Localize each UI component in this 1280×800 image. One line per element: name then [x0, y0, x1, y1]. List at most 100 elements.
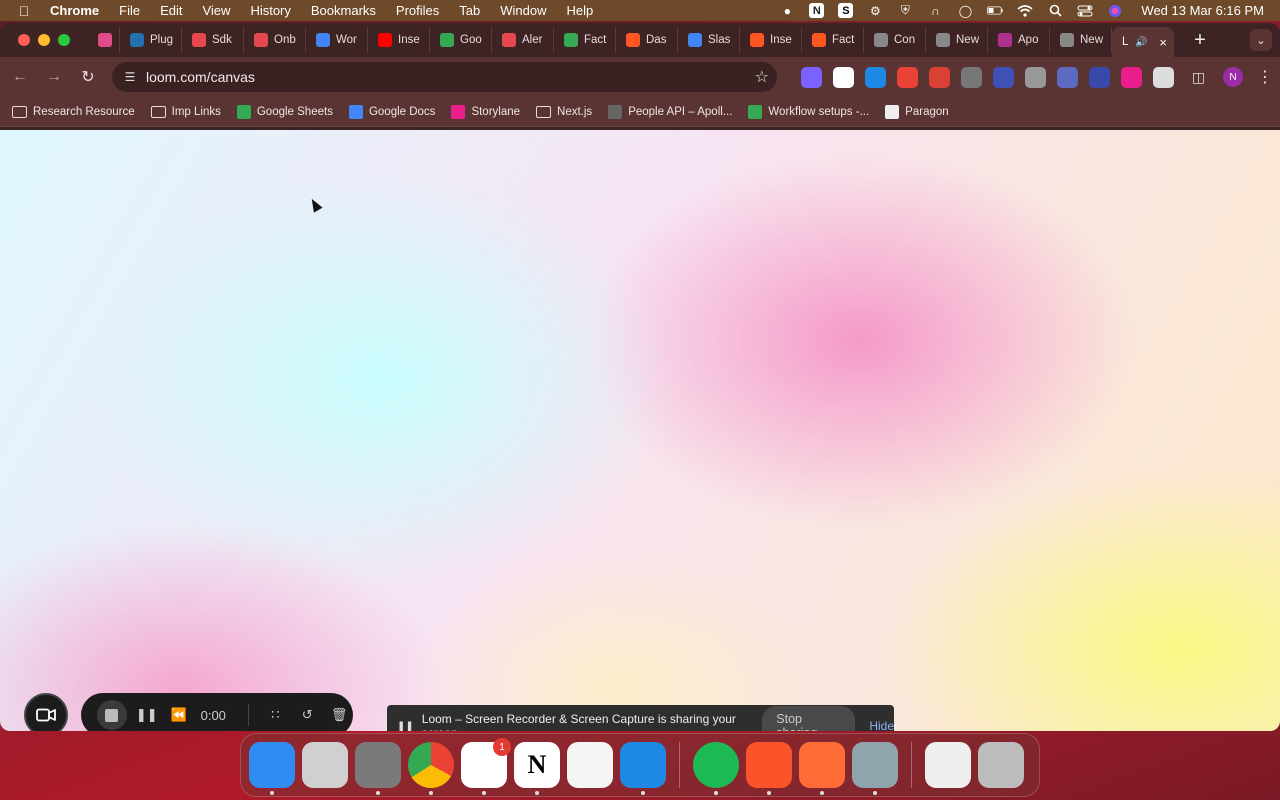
dock-app-slack-icon[interactable]: 1	[461, 738, 511, 795]
rewind-button[interactable]: ⏪	[165, 707, 193, 723]
dock-app-trash-icon[interactable]	[978, 742, 1024, 788]
close-window-button[interactable]	[18, 34, 30, 46]
tab-3[interactable]: Onb	[244, 27, 306, 53]
tab-6[interactable]: Goo	[430, 27, 492, 53]
menu-tab[interactable]: Tab	[459, 3, 480, 18]
address-bar[interactable]: ☰ loom.com/canvas ☆	[112, 62, 777, 92]
dock-app-brave-icon[interactable]	[746, 742, 792, 795]
stop-recording-button[interactable]	[97, 700, 127, 730]
apple-icon[interactable]: 	[16, 3, 32, 19]
c-icon[interactable]	[865, 66, 886, 88]
side-panel-icon[interactable]: ◫	[1188, 67, 1209, 88]
tab-14[interactable]: New	[926, 27, 988, 53]
tab-4[interactable]: Wor	[306, 27, 368, 53]
dock-app-launchpad-icon[interactable]	[302, 742, 348, 788]
dock-app-notion-icon[interactable]: N	[514, 742, 560, 795]
wifi-icon[interactable]	[1017, 4, 1033, 18]
notion-icon[interactable]: N	[809, 3, 825, 18]
tab-8[interactable]: Fact	[554, 27, 616, 53]
tab-search-button[interactable]: ⌄	[1250, 29, 1272, 51]
sparkle-icon[interactable]	[801, 66, 822, 88]
user-icon[interactable]: ◯	[957, 4, 973, 18]
dock-app-csv-file-icon[interactable]	[925, 742, 971, 788]
tab-17[interactable]: L 🔊 ×	[1112, 27, 1174, 57]
menu-edit[interactable]: Edit	[160, 3, 182, 18]
tab-5[interactable]: Inse	[368, 27, 430, 53]
forward-button[interactable]: →	[40, 63, 68, 91]
minimize-window-button[interactable]	[38, 34, 50, 46]
tab-12[interactable]: Fact	[802, 27, 864, 53]
drawing-grid-icon[interactable]: ∷	[261, 707, 289, 723]
page-canvas[interactable]: ❚❚ ⏪ 0:00 ∷ ↺ 🗑 ❚❚ Loom – Screen Recorde…	[0, 130, 1280, 731]
tab-13[interactable]: Con	[864, 27, 926, 53]
camera-toggle-button[interactable]	[24, 693, 68, 731]
fullscreen-window-button[interactable]	[58, 34, 70, 46]
profile-avatar[interactable]: N	[1223, 67, 1243, 87]
db-icon[interactable]	[1057, 66, 1078, 88]
bookmark-item[interactable]: Google Docs	[348, 104, 435, 119]
tab-9[interactable]: Das	[616, 27, 678, 53]
search-icon[interactable]	[1047, 4, 1063, 18]
tab-0[interactable]	[88, 27, 120, 53]
video-icon[interactable]: ●	[779, 4, 795, 18]
reload-button[interactable]: ↻	[74, 63, 102, 91]
dock-app-postman-icon[interactable]	[799, 742, 845, 795]
stop-sharing-button[interactable]: Stop sharing	[762, 706, 856, 731]
siri-icon[interactable]	[1107, 4, 1123, 18]
menu-file[interactable]: File	[119, 3, 140, 18]
new-tab-button[interactable]: +	[1186, 26, 1214, 54]
lines-icon[interactable]	[961, 66, 982, 88]
dock-app-chrome-icon[interactable]	[408, 742, 454, 795]
delete-recording-button[interactable]: 🗑	[325, 707, 353, 723]
dock-app-vscode-icon[interactable]	[620, 742, 666, 795]
todoist-icon[interactable]	[929, 66, 950, 88]
wave-icon[interactable]	[1089, 66, 1110, 88]
bookmark-item[interactable]: Next.js	[536, 105, 592, 118]
menu-window[interactable]: Window	[500, 3, 546, 18]
bookmark-item[interactable]: Research Resource	[12, 105, 135, 118]
tab-7[interactable]: Aler	[492, 27, 554, 53]
pause-button[interactable]: ❚❚	[133, 707, 161, 723]
bookmark-item[interactable]: Paragon	[885, 104, 949, 119]
puzzle-icon[interactable]	[1153, 66, 1174, 88]
bookmark-item[interactable]: Workflow setups -...	[748, 104, 869, 119]
hide-banner-link[interactable]: Hide	[869, 719, 894, 731]
camera-icon[interactable]	[1025, 66, 1046, 88]
control-center-icon[interactable]	[1077, 4, 1093, 18]
tab-2[interactable]: Sdk	[182, 27, 244, 53]
dock-app-spotify-icon[interactable]	[693, 742, 739, 795]
url-text[interactable]: loom.com/canvas	[146, 69, 255, 85]
shield-icon[interactable]: ⛨	[897, 3, 913, 18]
menu-profiles[interactable]: Profiles	[396, 3, 439, 18]
ring-icon[interactable]	[993, 66, 1014, 88]
menu-view[interactable]: View	[202, 3, 230, 18]
site-info-icon[interactable]: ☰	[122, 69, 138, 85]
dock-app-freeform-icon[interactable]	[567, 742, 613, 788]
dock-app-preview-icon[interactable]	[852, 742, 898, 795]
dock-app-system-settings-icon[interactable]	[355, 742, 401, 795]
menu-bookmarks[interactable]: Bookmarks	[311, 3, 376, 18]
back-button[interactable]: ←	[6, 63, 34, 91]
bookmark-item[interactable]: Google Sheets	[236, 104, 333, 119]
s-app-icon[interactable]: S	[838, 3, 854, 18]
tab-16[interactable]: New	[1050, 27, 1112, 53]
menu-history[interactable]: History	[250, 3, 290, 18]
tab-1[interactable]: Plug	[120, 27, 182, 53]
tab-10[interactable]: Slas	[678, 27, 740, 53]
restart-button[interactable]: ↺	[293, 707, 321, 723]
tab-15[interactable]: Apo	[988, 27, 1050, 53]
storylane-icon[interactable]	[1121, 66, 1142, 88]
menu-kebab-icon[interactable]: ⋮	[1257, 67, 1273, 87]
bookmark-star-icon[interactable]: ☆	[755, 67, 769, 87]
gear-icon[interactable]: ⚙	[867, 4, 883, 18]
bookmark-item[interactable]: Imp Links	[150, 105, 221, 118]
notion-icon[interactable]	[833, 66, 854, 88]
dock-app-finder-icon[interactable]	[249, 742, 295, 795]
tab-11[interactable]: Inse	[740, 27, 802, 53]
airpods-icon[interactable]: ∩	[927, 4, 943, 18]
chrome-store-icon[interactable]	[897, 66, 918, 88]
clock[interactable]: Wed 13 Mar 6:16 PM	[1141, 3, 1264, 18]
menu-app-name[interactable]: Chrome	[50, 3, 99, 18]
bookmark-item[interactable]: People API – Apoll...	[608, 104, 732, 119]
battery-icon[interactable]	[987, 4, 1004, 18]
